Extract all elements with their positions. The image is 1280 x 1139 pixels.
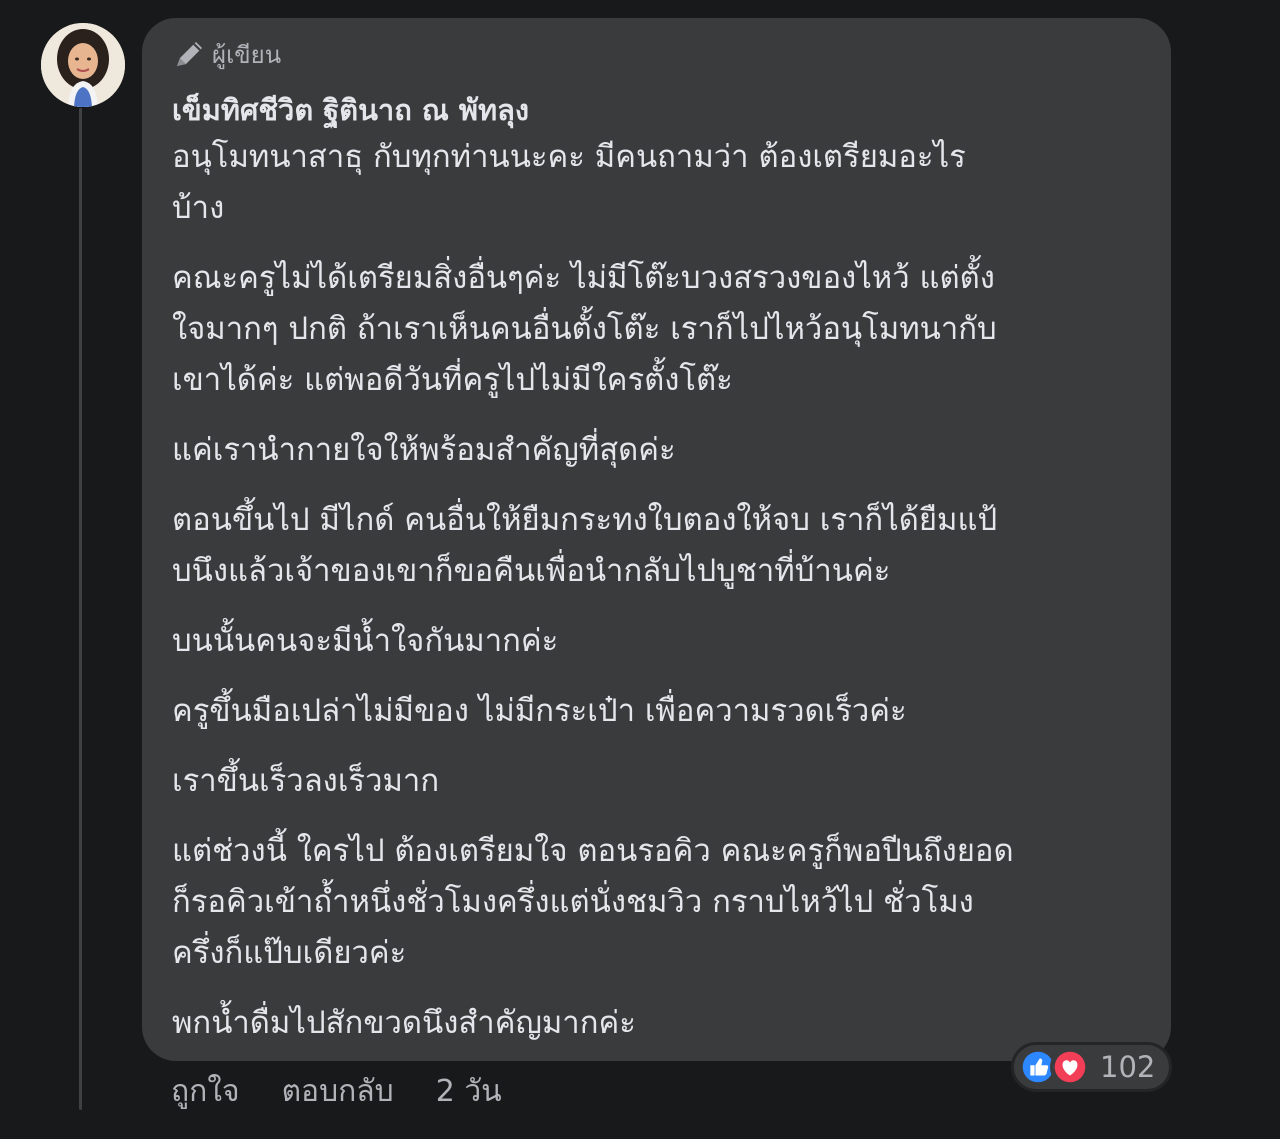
comment-paragraph: เราขึ้นเร็วลงเร็วมาก [172,756,1141,807]
text-line: เขาได้ค่ะ แต่พอดีวันที่ครูไปไม่มีใครตั้ง… [172,362,733,398]
comment-paragraph: อนุโมทนาสาธุ กับทุกท่านนะคะ มีคนถามว่า ต… [172,132,1141,234]
comment-paragraph: พกน้ำดื่มไปสักขวดนึงสำคัญมากค่ะ [172,998,1141,1049]
author-badge-label: ผู้เขียน [212,40,282,69]
comment-paragraph: ครูขึ้นมือเปล่าไม่มีของ ไม่มีกระเป๋า เพื… [172,686,1141,737]
text-line: แค่เรานำกายใจให้พร้อมสำคัญที่สุดค่ะ [172,432,676,468]
reply-button[interactable]: ตอบกลับ [282,1068,394,1115]
reaction-count: 102 [1100,1050,1156,1084]
reply-thread-line [79,108,82,1110]
text-line: เราขึ้นเร็วลงเร็วมาก [172,763,440,799]
comment-timestamp[interactable]: 2 วัน [436,1068,502,1115]
text-line: บ้าง [172,190,225,226]
text-line: บนนั้นคนจะมีน้ำใจกันมากค่ะ [172,623,559,659]
avatar[interactable] [41,23,125,107]
text-line: ครึ่งก็แป๊บเดียวค่ะ [172,935,407,971]
text-line: อนุโมทนาสาธุ กับทุกท่านนะคะ มีคนถามว่า ต… [172,139,966,175]
reaction-summary[interactable]: 102 [1011,1042,1173,1092]
text-line: ครูขึ้นมือเปล่าไม่มีของ ไม่มีกระเป๋า เพื… [172,693,907,729]
text-line: พกน้ำดื่มไปสักขวดนึงสำคัญมากค่ะ [172,1005,636,1041]
text-line: แต่ช่วงนี้ ใครไป ต้องเตรียมใจ ตอนรอคิว ค… [172,833,1014,869]
comment-paragraph: บนนั้นคนจะมีน้ำใจกันมากค่ะ [172,616,1141,667]
pen-icon [177,42,202,66]
like-button[interactable]: ถูกใจ [171,1068,240,1115]
love-icon [1050,1047,1090,1087]
text-line: บนึงแล้วเจ้าของเขาก็ขอคืนเพื่อนำกลับไปบู… [172,553,891,589]
text-line: ตอนขึ้นไป มีไกด์ คนอื่นให้ยืมกระทงใบตองใ… [172,502,998,538]
comment-body: อนุโมทนาสาธุ กับทุกท่านนะคะ มีคนถามว่า ต… [172,132,1141,1049]
text-line: ก็รอคิวเข้าถ้ำหนึ่งชั่วโมงครึ่งแต่นั่งชม… [172,884,974,920]
comment-paragraph: ตอนขึ้นไป มีไกด์ คนอื่นให้ยืมกระทงใบตองใ… [172,495,1141,597]
comment-actions: ถูกใจ ตอบกลับ 2 วัน [171,1068,502,1115]
text-line: คณะครูไม่ได้เตรียมสิ่งอื่นๆค่ะ ไม่มีโต๊ะ… [172,260,995,296]
comment-paragraph: แต่ช่วงนี้ ใครไป ต้องเตรียมใจ ตอนรอคิว ค… [172,826,1141,979]
avatar-image [41,23,125,107]
comment-paragraph: คณะครูไม่ได้เตรียมสิ่งอื่นๆค่ะ ไม่มีโต๊ะ… [172,253,1141,406]
text-line: ใจมากๆ ปกติ ถ้าเราเห็นคนอื่นตั้งโต๊ะ เรา… [172,311,997,347]
author-badge: ผู้เขียน [172,38,1141,70]
comment-paragraph: แค่เรานำกายใจให้พร้อมสำคัญที่สุดค่ะ [172,425,1141,476]
author-name[interactable]: เข็มทิศชีวิต ฐิตินาถ ณ พัทลุง [172,90,1141,130]
comment-bubble: ผู้เขียน เข็มทิศชีวิต ฐิตินาถ ณ พัทลุง อ… [142,18,1171,1061]
